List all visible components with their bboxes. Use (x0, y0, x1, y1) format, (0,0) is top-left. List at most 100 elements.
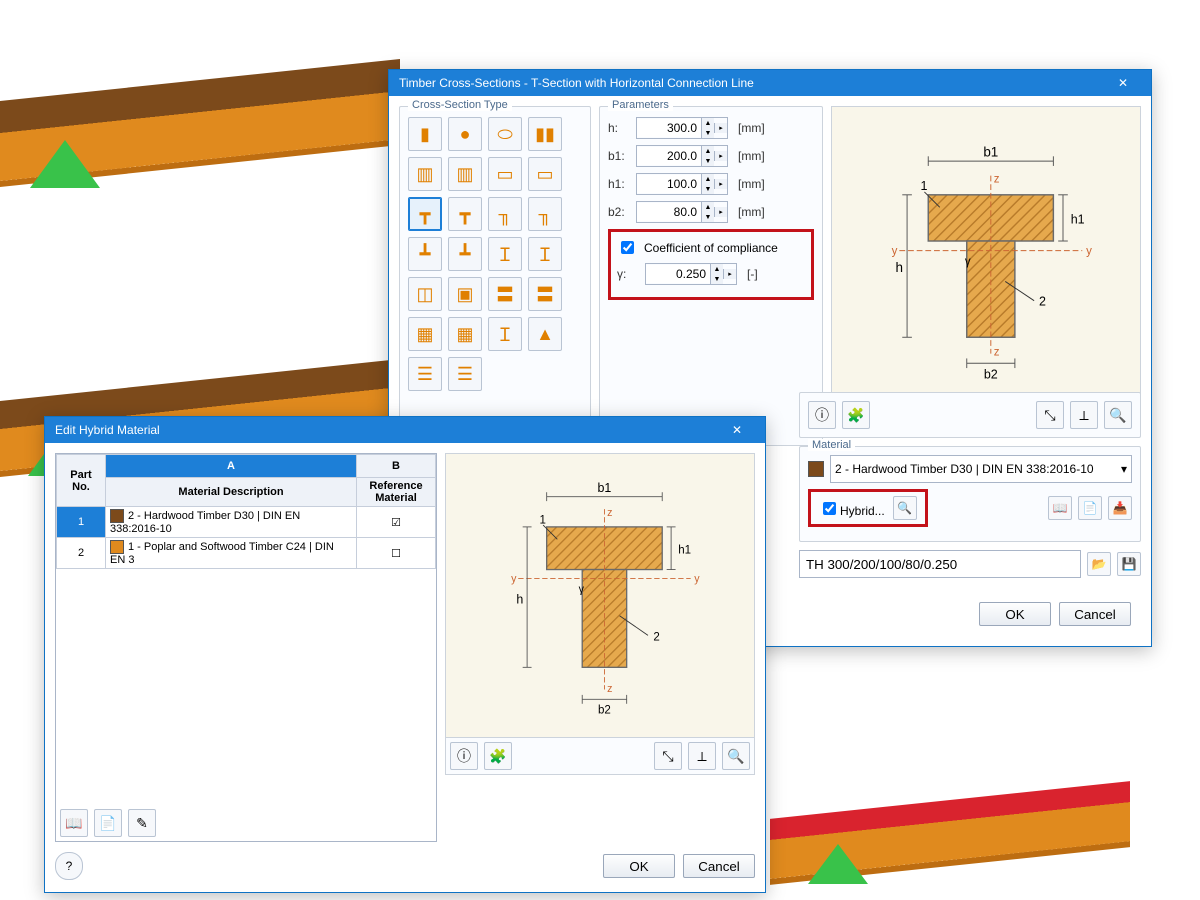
cs-triple-icon[interactable]: ▥ (408, 157, 442, 191)
svg-text:z: z (994, 173, 1000, 185)
cs-box-icon[interactable]: ◫ (408, 277, 442, 311)
svg-text:1: 1 (921, 179, 928, 193)
cs-t-section-icon[interactable]: ┳ (408, 197, 442, 231)
info-icon[interactable]: ⓘ (450, 742, 478, 770)
cs-grid2-icon[interactable]: ▦ (448, 317, 482, 351)
cs-ellipse-icon[interactable]: ⬭ (488, 117, 522, 151)
cs-h2-icon[interactable]: 〓 (528, 277, 562, 311)
coefficient-checkbox[interactable] (621, 241, 634, 254)
h-label: h: (608, 121, 630, 135)
svg-text:b2: b2 (598, 705, 611, 717)
svg-text:h1: h1 (1071, 213, 1085, 227)
material-panel: Material 2 - Hardwood Timber D30 | DIN E… (799, 446, 1141, 542)
cs-box2-icon[interactable]: ▣ (448, 277, 482, 311)
svg-text:z: z (994, 347, 1000, 359)
cs-circle-icon[interactable]: ● (448, 117, 482, 151)
cs-invt-icon[interactable]: ┻ (408, 237, 442, 271)
cs-quad-icon[interactable]: ▥ (448, 157, 482, 191)
cs-wide-icon[interactable]: ▭ (488, 157, 522, 191)
cs-trap-icon[interactable]: ▲ (528, 317, 562, 351)
svg-text:h1: h1 (678, 545, 691, 557)
b1-label: b1: (608, 149, 630, 163)
import-icon[interactable]: 📥 (1108, 496, 1132, 520)
titlebar[interactable]: Timber Cross-Sections - T-Section with H… (389, 70, 1151, 96)
zoom-icon[interactable]: 🔍 (1104, 401, 1132, 429)
save-icon[interactable]: 💾 (1117, 552, 1141, 576)
dimension-icon[interactable]: ⟂ (1070, 401, 1098, 429)
cs-grid-icon[interactable]: ▦ (408, 317, 442, 351)
hdr-material-description: Material Description (106, 478, 357, 507)
new-icon[interactable]: 📄 (94, 809, 122, 837)
info-icon[interactable]: ⓘ (808, 401, 836, 429)
library-icon[interactable]: 📖 (60, 809, 88, 837)
material-swatch-icon (808, 461, 824, 477)
new-material-icon[interactable]: 📄 (1078, 496, 1102, 520)
axes-icon[interactable]: ⤡ (1036, 401, 1064, 429)
ok-button[interactable]: OK (603, 854, 675, 878)
svg-text:z: z (607, 507, 612, 519)
material-legend: Material (808, 439, 855, 451)
material-select[interactable]: 2 - Hardwood Timber D30 | DIN EN 338:201… (830, 455, 1132, 483)
close-icon[interactable]: ✕ (719, 417, 755, 443)
svg-text:y: y (511, 573, 517, 585)
svg-text:b2: b2 (984, 368, 998, 382)
b1-input[interactable]: ▲▼▸ (636, 145, 728, 167)
help-icon[interactable]: ? (55, 852, 83, 880)
svg-text:y: y (694, 573, 700, 585)
svg-text:1: 1 (540, 514, 546, 526)
axes-icon[interactable]: ⤡ (654, 742, 682, 770)
hdr-reference-material: Reference Material (357, 478, 436, 507)
cs-i-icon[interactable]: Ｉ (488, 237, 522, 271)
cs-double-rect-icon[interactable]: ▮▮ (528, 117, 562, 151)
library-icon[interactable]: 📖 (1048, 496, 1072, 520)
dimension-icon[interactable]: ⟂ (688, 742, 716, 770)
cs-h-icon[interactable]: 〓 (488, 277, 522, 311)
gamma-input[interactable]: ▲▼▸ (645, 263, 737, 285)
svg-text:2: 2 (653, 632, 659, 644)
details-icon[interactable]: 🧩 (842, 401, 870, 429)
cstype-legend: Cross-Section Type (408, 99, 512, 111)
window-title: Edit Hybrid Material (55, 417, 160, 443)
cancel-button[interactable]: Cancel (1059, 602, 1131, 626)
table-row[interactable]: 21 - Poplar and Softwood Timber C24 | DI… (57, 538, 436, 569)
cs-lam-icon[interactable]: ☰ (408, 357, 442, 391)
details-icon[interactable]: 🧩 (484, 742, 512, 770)
cs-i2-icon[interactable]: Ｉ (528, 237, 562, 271)
ok-button[interactable]: OK (979, 602, 1051, 626)
cs-i3-icon[interactable]: Ｉ (488, 317, 522, 351)
svg-text:y: y (892, 245, 898, 257)
gamma-label: γ: (617, 267, 639, 281)
col-b[interactable]: B (357, 455, 436, 478)
cs-u-icon[interactable]: ╖ (488, 197, 522, 231)
parameters-panel: Parameters h:▲▼▸[mm] b1:▲▼▸[mm] h1:▲▼▸[m… (599, 106, 823, 446)
cs-u2-icon[interactable]: ╖ (528, 197, 562, 231)
cs-t2-icon[interactable]: ┳ (448, 197, 482, 231)
edit-icon[interactable]: ✎ (128, 809, 156, 837)
section-name-input[interactable] (799, 550, 1081, 578)
col-a[interactable]: A (106, 455, 357, 478)
zoom-icon[interactable]: 🔍 (722, 742, 750, 770)
pick-icon[interactable]: 📂 (1087, 552, 1111, 576)
cs-rect-icon[interactable]: ▮ (408, 117, 442, 151)
coefficient-highlight: Coefficient of compliance γ:▲▼▸[-] (608, 229, 814, 300)
cs-invt2-icon[interactable]: ┻ (448, 237, 482, 271)
svg-text:h: h (896, 260, 904, 275)
section-preview: b1 1 h1 2 yy γ zz h b2 (831, 106, 1141, 428)
hybrid-checkbox-label[interactable]: Hybrid... (819, 499, 885, 518)
coefficient-label: Coefficient of compliance (644, 241, 778, 255)
table-row[interactable]: 12 - Hardwood Timber D30 | DIN EN 338:20… (57, 507, 436, 538)
h-input[interactable]: ▲▼▸ (636, 117, 728, 139)
titlebar[interactable]: Edit Hybrid Material ✕ (45, 417, 765, 443)
cs-lam2-icon[interactable]: ☰ (448, 357, 482, 391)
hybrid-edit-icon[interactable]: 🔍 (893, 496, 917, 520)
close-icon[interactable]: ✕ (1105, 70, 1141, 96)
b2-input[interactable]: ▲▼▸ (636, 201, 728, 223)
cs-wide2-icon[interactable]: ▭ (528, 157, 562, 191)
params-legend: Parameters (608, 99, 673, 111)
hybrid-checkbox[interactable] (823, 502, 836, 515)
svg-text:2: 2 (1039, 295, 1046, 309)
cancel-button[interactable]: Cancel (683, 854, 755, 878)
h1-input[interactable]: ▲▼▸ (636, 173, 728, 195)
svg-text:γ: γ (965, 256, 971, 268)
svg-text:y: y (1086, 245, 1092, 257)
